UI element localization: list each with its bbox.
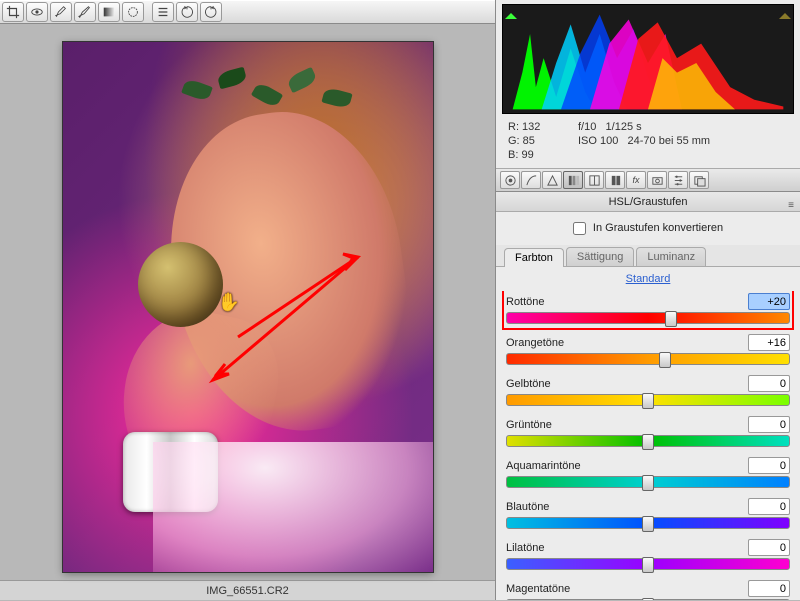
tab-lens-icon[interactable]: [605, 171, 625, 189]
panel-tab-strip: fx: [496, 168, 800, 192]
meta-shutter: 1/125 s: [606, 121, 642, 133]
slider-track[interactable]: [506, 517, 790, 529]
preview-viewport[interactable]: ✋: [0, 24, 495, 580]
slider-thumb[interactable]: [642, 475, 654, 491]
slider-track[interactable]: [506, 394, 790, 406]
meta-aperture: f/10: [578, 121, 596, 133]
slider-value-input[interactable]: [748, 580, 790, 597]
tab-saturation[interactable]: Sättigung: [566, 247, 634, 266]
slider-label: Magentatöne: [506, 583, 570, 595]
list-tool-icon[interactable]: [152, 2, 174, 22]
slider-value-input[interactable]: [748, 375, 790, 392]
panel-menu-icon[interactable]: ≡: [788, 196, 794, 216]
slider-aquamarintöne: Aquamarintöne: [506, 455, 790, 490]
preview-image: ✋: [63, 42, 433, 572]
slider-blautöne: Blautöne: [506, 496, 790, 531]
slider-grüntöne: Grüntöne: [506, 414, 790, 449]
meta-b: B: 99: [508, 148, 578, 162]
hsl-subtabs: Farbton Sättigung Luminanz: [496, 245, 800, 267]
slider-value-input[interactable]: [748, 539, 790, 556]
meta-lens: 24-70 bei 55 mm: [628, 135, 711, 147]
slider-thumb[interactable]: [642, 557, 654, 573]
slider-track[interactable]: [506, 435, 790, 447]
slider-gelbtöne: Gelbtöne: [506, 373, 790, 408]
slider-lilatöne: Lilatöne: [506, 537, 790, 572]
slider-value-input[interactable]: [748, 334, 790, 351]
slider-thumb[interactable]: [665, 311, 677, 327]
tab-curve-icon[interactable]: [521, 171, 541, 189]
slider-value-input[interactable]: [748, 457, 790, 474]
filename-label: IMG_66551.CR2: [0, 580, 495, 600]
slider-thumb[interactable]: [642, 516, 654, 532]
image-metadata: R: 132 G: 85 B: 99 f/10 1/125 s ISO 100 …: [496, 116, 800, 168]
slider-value-input[interactable]: [748, 416, 790, 433]
meta-r: R: 132: [508, 120, 578, 134]
tab-hsl-icon[interactable]: [563, 171, 583, 189]
crop-tool-icon[interactable]: [2, 2, 24, 22]
slider-magentatöne: Magentatöne: [506, 578, 790, 600]
histogram[interactable]: [502, 4, 794, 114]
tab-basic-icon[interactable]: [500, 171, 520, 189]
preview-toolbar: [0, 0, 495, 24]
slider-rottöne: Rottöne: [506, 291, 790, 326]
radial-tool-icon[interactable]: [122, 2, 144, 22]
slider-label: Rottöne: [506, 296, 545, 308]
default-link[interactable]: Standard: [626, 273, 671, 285]
rotate-cw-icon[interactable]: [200, 2, 222, 22]
tab-snapshots-icon[interactable]: [689, 171, 709, 189]
meta-iso: ISO 100: [578, 135, 618, 147]
slider-thumb[interactable]: [642, 434, 654, 450]
rotate-ccw-icon[interactable]: [176, 2, 198, 22]
hue-sliders: Rottöne Orangetöne Gelbtöne Grüntöne Aquamar…: [496, 291, 800, 600]
tab-hue[interactable]: Farbton: [504, 248, 564, 267]
slider-label: Grüntöne: [506, 419, 552, 431]
slider-label: Lilatöne: [506, 542, 545, 554]
tab-split-icon[interactable]: [584, 171, 604, 189]
slider-label: Gelbtöne: [506, 378, 551, 390]
gradient-tool-icon[interactable]: [98, 2, 120, 22]
tab-fx-icon[interactable]: fx: [626, 171, 646, 189]
slider-thumb[interactable]: [642, 393, 654, 409]
standard-link-row: Standard: [496, 267, 800, 291]
tab-camera-icon[interactable]: [647, 171, 667, 189]
slider-label: Blautöne: [506, 501, 549, 513]
tab-detail-icon[interactable]: [542, 171, 562, 189]
slider-track[interactable]: [506, 353, 790, 365]
slider-label: Aquamarintöne: [506, 460, 581, 472]
slider-track[interactable]: [506, 312, 790, 324]
brush2-tool-icon[interactable]: [74, 2, 96, 22]
slider-label: Orangetöne: [506, 337, 564, 349]
slider-thumb[interactable]: [659, 352, 671, 368]
adjustments-panel: R: 132 G: 85 B: 99 f/10 1/125 s ISO 100 …: [495, 0, 800, 600]
grayscale-checkbox[interactable]: [573, 222, 586, 235]
slider-track[interactable]: [506, 476, 790, 488]
slider-orangetöne: Orangetöne: [506, 332, 790, 367]
brush-tool-icon[interactable]: [50, 2, 72, 22]
grayscale-row: In Graustufen konvertieren: [496, 212, 800, 245]
grayscale-checkbox-label[interactable]: In Graustufen konvertieren: [573, 222, 723, 234]
tab-luminance[interactable]: Luminanz: [636, 247, 706, 266]
meta-g: G: 85: [508, 134, 578, 148]
eye-tool-icon[interactable]: [26, 2, 48, 22]
slider-value-input[interactable]: [748, 498, 790, 515]
panel-title: HSL/Graustufen ≡: [496, 192, 800, 212]
preview-pane: ✋ IMG_66551.CR2: [0, 0, 495, 600]
tab-presets-icon[interactable]: [668, 171, 688, 189]
slider-value-input[interactable]: [748, 293, 790, 310]
slider-track[interactable]: [506, 558, 790, 570]
